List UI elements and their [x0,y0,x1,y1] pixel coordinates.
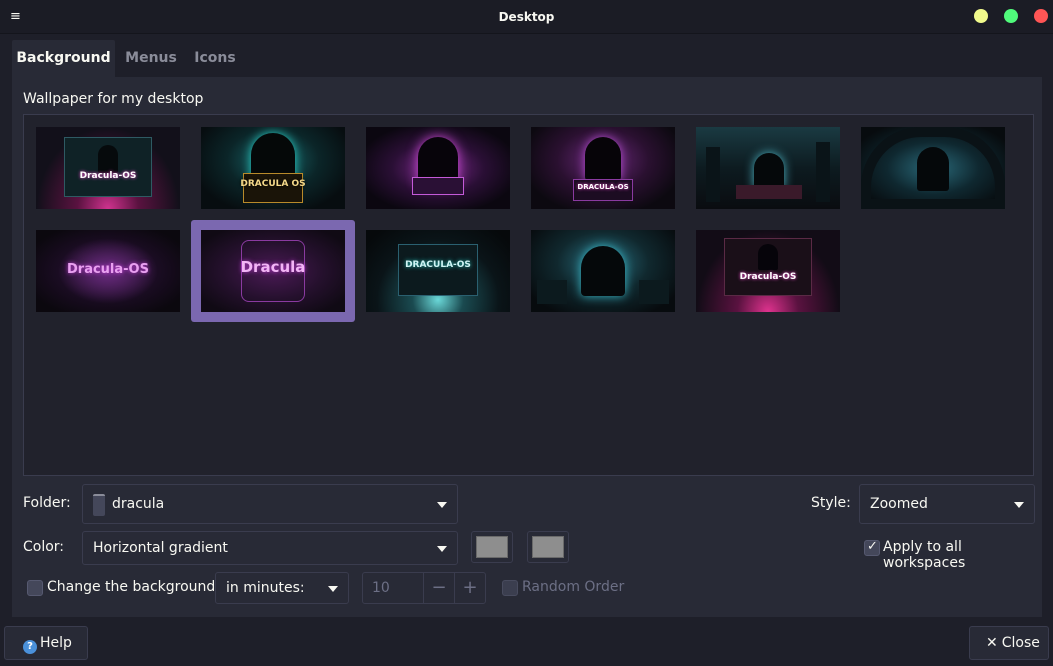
random-order-label: Random Order [522,579,625,595]
increment-button[interactable]: + [454,573,485,603]
title-bar: ≡ Desktop [0,0,1053,34]
close-icon: ✕ [986,635,998,651]
close-label: Close [1001,635,1040,651]
close-button[interactable]: ✕ Close [969,626,1049,660]
wallpaper-section-title: Wallpaper for my desktop [23,91,204,107]
interval-spinner[interactable]: 10 − + [362,572,486,604]
folder-value: dracula [112,496,165,512]
tab-background[interactable]: Background [12,40,115,77]
wallpaper-thumbnail[interactable]: DRACULA-OS [366,230,510,312]
tab-strip: Background Menus Icons [12,40,1042,77]
wallpaper-thumbnail-selected[interactable]: Dracula [201,230,345,312]
wallpaper-thumbnail[interactable]: DRACULA-OS [531,127,675,209]
wallpaper-thumbnail[interactable]: Dracula-OS [36,127,180,209]
background-panel: Wallpaper for my desktop Dracula-OS DRAC… [12,77,1042,617]
wallpaper-thumbnail[interactable]: Dracula-OS [36,230,180,312]
interval-unit-value: in minutes: [226,580,305,596]
color-mode-dropdown[interactable]: Horizontal gradient [82,531,458,565]
chevron-down-icon [1014,502,1024,508]
help-icon: ? [23,640,37,654]
minimize-button[interactable] [974,9,988,23]
help-button[interactable]: ? Help [4,626,88,660]
change-background-label: Change the background [47,579,216,595]
wallpaper-thumbnail[interactable] [531,230,675,312]
chevron-down-icon [328,586,338,592]
random-order-checkbox[interactable] [502,580,518,596]
secondary-color-swatch [532,536,564,558]
apply-all-workspaces-label: Apply to all workspaces [883,539,966,571]
interval-number[interactable]: 10 [372,573,390,603]
wallpaper-thumbnail[interactable] [696,127,840,209]
style-dropdown[interactable]: Zoomed [859,484,1035,524]
wallpaper-thumbnail[interactable] [366,127,510,209]
apply-all-workspaces-checkbox[interactable] [864,539,880,556]
chevron-down-icon [437,502,447,508]
wallpaper-gallery[interactable]: Dracula-OS DRACULA OS DRACULA-OS Dracula… [23,114,1034,476]
tab-icons[interactable]: Icons [190,40,240,77]
window-title: Desktop [498,10,555,24]
style-value: Zoomed [870,496,928,512]
decrement-button[interactable]: − [423,573,454,603]
tab-menus[interactable]: Menus [120,40,182,77]
help-label: Help [40,635,72,651]
primary-color-button[interactable] [471,531,513,563]
folder-dropdown[interactable]: dracula [82,484,458,524]
interval-unit-dropdown[interactable]: in minutes: [215,572,349,604]
color-label: Color: [23,539,65,555]
wallpaper-thumbnail[interactable]: Dracula-OS [696,230,840,312]
secondary-color-button[interactable] [527,531,569,563]
chevron-down-icon [437,546,447,552]
folder-label: Folder: [23,495,71,511]
change-background-checkbox[interactable] [27,580,43,596]
primary-color-swatch [476,536,508,558]
maximize-button[interactable] [1004,9,1018,23]
close-window-button[interactable] [1034,9,1048,23]
folder-icon [93,494,105,516]
wallpaper-thumbnail[interactable] [861,127,1005,209]
color-mode-value: Horizontal gradient [93,540,228,556]
style-label: Style: [811,495,851,511]
wallpaper-thumbnail[interactable]: DRACULA OS [201,127,345,209]
